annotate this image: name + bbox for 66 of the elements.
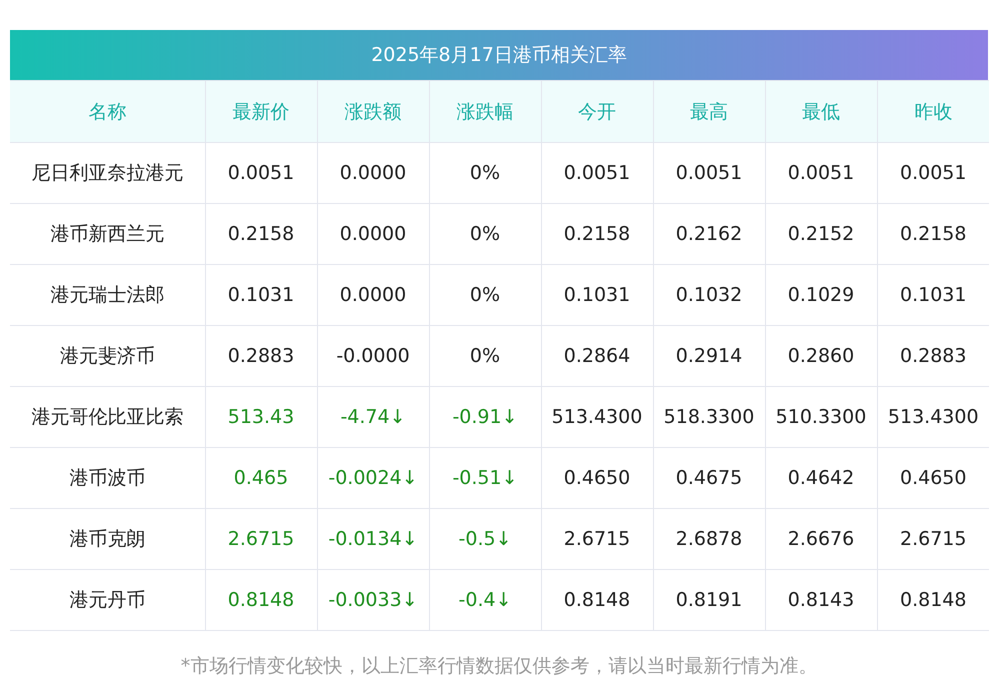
- table-cell: 港币波币: [10, 448, 205, 508]
- table-cell: 港元哥伦比亚比索: [10, 386, 205, 448]
- column-header: 最低: [765, 80, 877, 142]
- column-header: 名称: [10, 80, 205, 142]
- table-cell: -0.0000: [317, 326, 429, 386]
- table-cell: 0.2158: [541, 204, 653, 264]
- table-cell: 港元瑞士法郎: [10, 264, 205, 326]
- table-cell: 0.8148: [205, 570, 317, 630]
- table-cell: -4.74↓: [317, 386, 429, 448]
- column-header: 今开: [541, 80, 653, 142]
- table-cell: 港元斐济币: [10, 326, 205, 386]
- table-cell: 港币新西兰元: [10, 204, 205, 264]
- table-cell: 0.0051: [765, 142, 877, 204]
- column-header: 涨跌额: [317, 80, 429, 142]
- table-cell: -0.0024↓: [317, 448, 429, 508]
- table-cell: 518.3300: [653, 386, 765, 448]
- table-cell: 0.0051: [541, 142, 653, 204]
- table-cell: 0.1032: [653, 264, 765, 326]
- table-title: 2025年8月17日港币相关汇率: [10, 30, 988, 80]
- table-cell: 港币克朗: [10, 508, 205, 570]
- table-cell: 尼日利亚奈拉港元: [10, 142, 205, 204]
- table-cell: 0.2162: [653, 204, 765, 264]
- table-cell: 0.4642: [765, 448, 877, 508]
- column-header: 最新价: [205, 80, 317, 142]
- table-cell: 0.2883: [205, 326, 317, 386]
- table-cell: 0.4650: [541, 448, 653, 508]
- table-cell: 0.0000: [317, 142, 429, 204]
- table-cell: 2.6878: [653, 508, 765, 570]
- column-header: 最高: [653, 80, 765, 142]
- table-cell: 0.1031: [541, 264, 653, 326]
- table-cell: -0.0134↓: [317, 508, 429, 570]
- table-cell: 0%: [429, 264, 541, 326]
- table-cell: 510.3300: [765, 386, 877, 448]
- table-cell: 0.8191: [653, 570, 765, 630]
- column-header: 昨收: [877, 80, 989, 142]
- table-cell: 513.4300: [541, 386, 653, 448]
- table-cell: -0.4↓: [429, 570, 541, 630]
- table-cell: 2.6715: [541, 508, 653, 570]
- table-cell: 港元丹币: [10, 570, 205, 630]
- table-cell: 0.465: [205, 448, 317, 508]
- table-cell: 0.2860: [765, 326, 877, 386]
- table-cell: 2.6715: [205, 508, 317, 570]
- table-cell: 0.1031: [205, 264, 317, 326]
- table-cell: 0.2864: [541, 326, 653, 386]
- table-cell: -0.51↓: [429, 448, 541, 508]
- table-cell: 0.8148: [541, 570, 653, 630]
- table-cell: 0.8143: [765, 570, 877, 630]
- table-cell: -0.91↓: [429, 386, 541, 448]
- table-cell: 0%: [429, 326, 541, 386]
- footnote: *市场行情变化较快，以上汇率行情数据仅供参考，请以当时最新行情为准。: [180, 654, 818, 679]
- table-cell: 0.4675: [653, 448, 765, 508]
- table-cell: 2.6676: [765, 508, 877, 570]
- table-cell: 0.0051: [653, 142, 765, 204]
- table-cell: 0.1029: [765, 264, 877, 326]
- table-cell: 0%: [429, 204, 541, 264]
- table-cell: 513.43: [205, 386, 317, 448]
- table-cell: -0.0033↓: [317, 570, 429, 630]
- column-header: 涨跌幅: [429, 80, 541, 142]
- table-cell: 0%: [429, 142, 541, 204]
- table-cell: -0.5↓: [429, 508, 541, 570]
- table-cell: 0.0051: [205, 142, 317, 204]
- table-cell: 0.0000: [317, 264, 429, 326]
- table-cell: 0.2152: [765, 204, 877, 264]
- table-cell: 0.2914: [653, 326, 765, 386]
- table-cell: 0.2158: [205, 204, 317, 264]
- table-cell: 0.0000: [317, 204, 429, 264]
